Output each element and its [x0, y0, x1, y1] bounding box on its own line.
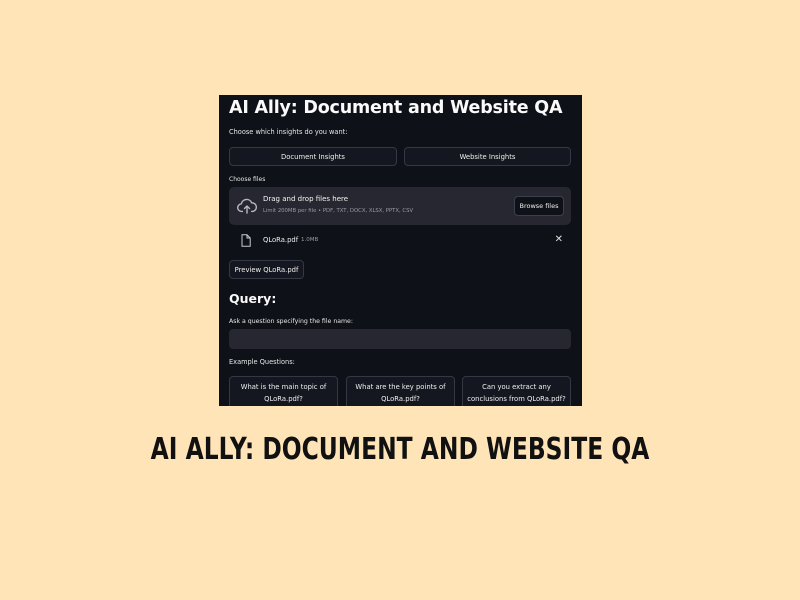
example-question-line: QLoRa.pdf?	[264, 394, 303, 403]
uploaded-file-size: 1.0MB	[301, 237, 319, 243]
example-questions-label: Example Questions:	[229, 358, 295, 366]
example-question-button[interactable]: What are the key points of QLoRa.pdf?	[346, 376, 455, 406]
preview-file-button[interactable]: Preview QLoRa.pdf	[229, 260, 304, 279]
poster-caption: AI Ally: Document and Website QA	[150, 432, 650, 467]
example-question-button[interactable]: Can you extract any conclusions from QLo…	[462, 376, 571, 406]
close-icon[interactable]: ✕	[555, 234, 563, 245]
example-question-line: Can you extract any	[482, 382, 551, 391]
query-prompt: Ask a question specifying the file name:	[229, 318, 353, 325]
website-insights-button[interactable]: Website Insights	[404, 147, 571, 166]
uploaded-file-name: QLoRa.pdf	[263, 236, 299, 244]
query-input[interactable]	[229, 329, 571, 349]
file-dropzone[interactable]: Drag and drop files here Limit 200MB per…	[229, 187, 571, 225]
app-title: AI Ally: Document and Website QA	[229, 98, 563, 118]
browse-files-button[interactable]: Browse files	[514, 196, 564, 216]
poster: AI Ally: Document and Website QA Choose …	[0, 0, 800, 600]
example-question-button[interactable]: What is the main topic of QLoRa.pdf?	[229, 376, 338, 406]
app-screenshot: AI Ally: Document and Website QA Choose …	[219, 95, 582, 406]
example-question-line: What are the key points of	[355, 382, 446, 391]
dropzone-limit: Limit 200MB per file • PDF, TXT, DOCX, X…	[263, 208, 414, 214]
example-question-line: What is the main topic of	[240, 382, 327, 391]
example-question-line: QLoRa.pdf?	[381, 394, 420, 403]
example-question-line: conclusions from QLoRa.pdf?	[467, 394, 566, 403]
query-heading: Query:	[229, 291, 277, 306]
uploaded-file-row: QLoRa.pdf 1.0MB ✕	[229, 232, 571, 250]
dropzone-instructions: Drag and drop files here	[263, 195, 349, 203]
document-insights-button[interactable]: Document Insights	[229, 147, 397, 166]
cloud-upload-icon	[237, 198, 257, 214]
choose-files-label: Choose files	[229, 176, 266, 183]
insights-prompt: Choose which insights do you want:	[229, 128, 348, 136]
file-icon	[241, 234, 251, 247]
